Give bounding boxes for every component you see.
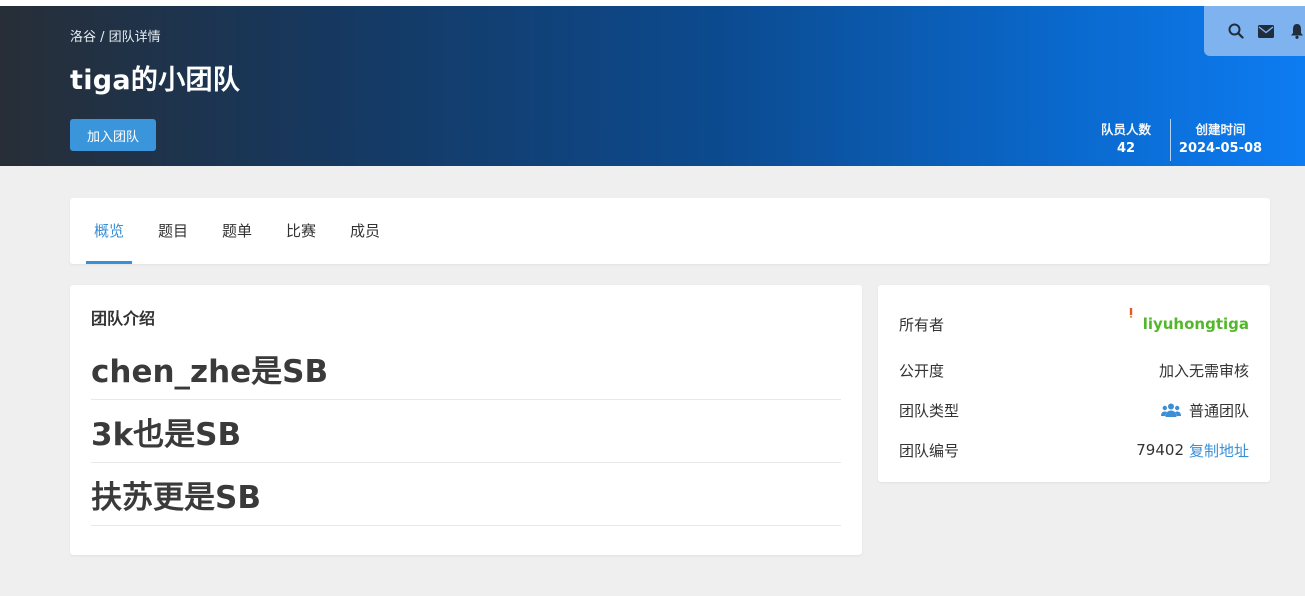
user-toolbar — [1204, 6, 1305, 56]
tab-overview[interactable]: 概览 — [85, 198, 133, 264]
team-header: 洛谷 / 团队详情 tiga的小团队 加入团队 队员人数 42 创建时间 202… — [0, 6, 1305, 166]
owner-label: 所有者 — [899, 315, 945, 334]
team-type-label: 团队类型 — [899, 401, 960, 420]
created-date-label: 创建时间 — [1195, 122, 1246, 137]
owner-name-link[interactable]: liyuhongtiga — [1143, 315, 1249, 333]
users-icon — [1160, 403, 1181, 417]
team-stats: 队员人数 42 创建时间 2024-05-08 — [1093, 119, 1305, 161]
intro-line: chen_zhe是SB — [91, 338, 841, 400]
mail-icon[interactable] — [1258, 22, 1275, 40]
intro-heading: 团队介绍 — [91, 309, 156, 328]
visibility-row: 公开度 加入无需审核 — [899, 358, 1249, 382]
owner-row: 所有者 liyuhongtiga — [899, 308, 1249, 336]
member-count-stat: 队员人数 42 — [1093, 119, 1159, 161]
team-type-value: 普通团队 — [1188, 401, 1249, 420]
search-icon[interactable] — [1228, 22, 1244, 40]
visibility-value: 加入无需审核 — [1158, 361, 1249, 380]
breadcrumb[interactable]: 洛谷 / 团队详情 — [70, 26, 161, 45]
join-team-button[interactable]: 加入团队 — [70, 119, 156, 151]
created-date-value: 2024-05-08 — [1178, 141, 1263, 156]
tab-members[interactable]: 成员 — [350, 198, 380, 264]
intro-line: 3k也是SB — [91, 401, 841, 463]
visibility-label: 公开度 — [899, 361, 945, 380]
team-id-row: 团队编号 79402 复制地址 — [899, 438, 1249, 462]
team-type-row: 团队类型 普通团队 — [899, 398, 1249, 422]
tab-bar: 概览 题目 题单 比赛 成员 — [70, 198, 1270, 264]
tab-problems[interactable]: 题目 — [158, 198, 188, 264]
owner-badge-icon — [1129, 308, 1133, 318]
tab-problem-lists[interactable]: 题单 — [222, 198, 252, 264]
copy-address-link[interactable]: 复制地址 — [1189, 440, 1249, 461]
member-count-label: 队员人数 — [1100, 122, 1151, 137]
team-info-card: 所有者 liyuhongtiga 公开度 加入无需审核 团队类型 普通团队 团队… — [878, 285, 1270, 482]
created-date-stat: 创建时间 2024-05-08 — [1170, 119, 1270, 161]
bell-icon[interactable] — [1289, 22, 1305, 40]
team-intro-card: 团队介绍 chen_zhe是SB 3k也是SB 扶苏更是SB — [70, 285, 862, 555]
team-id-label: 团队编号 — [899, 441, 960, 460]
member-count-value: 42 — [1116, 141, 1136, 156]
team-id-value: 79402 — [1136, 441, 1184, 459]
tab-contests[interactable]: 比赛 — [286, 198, 316, 264]
intro-line: 扶苏更是SB — [91, 464, 841, 526]
page-title: tiga的小团队 — [70, 65, 241, 96]
